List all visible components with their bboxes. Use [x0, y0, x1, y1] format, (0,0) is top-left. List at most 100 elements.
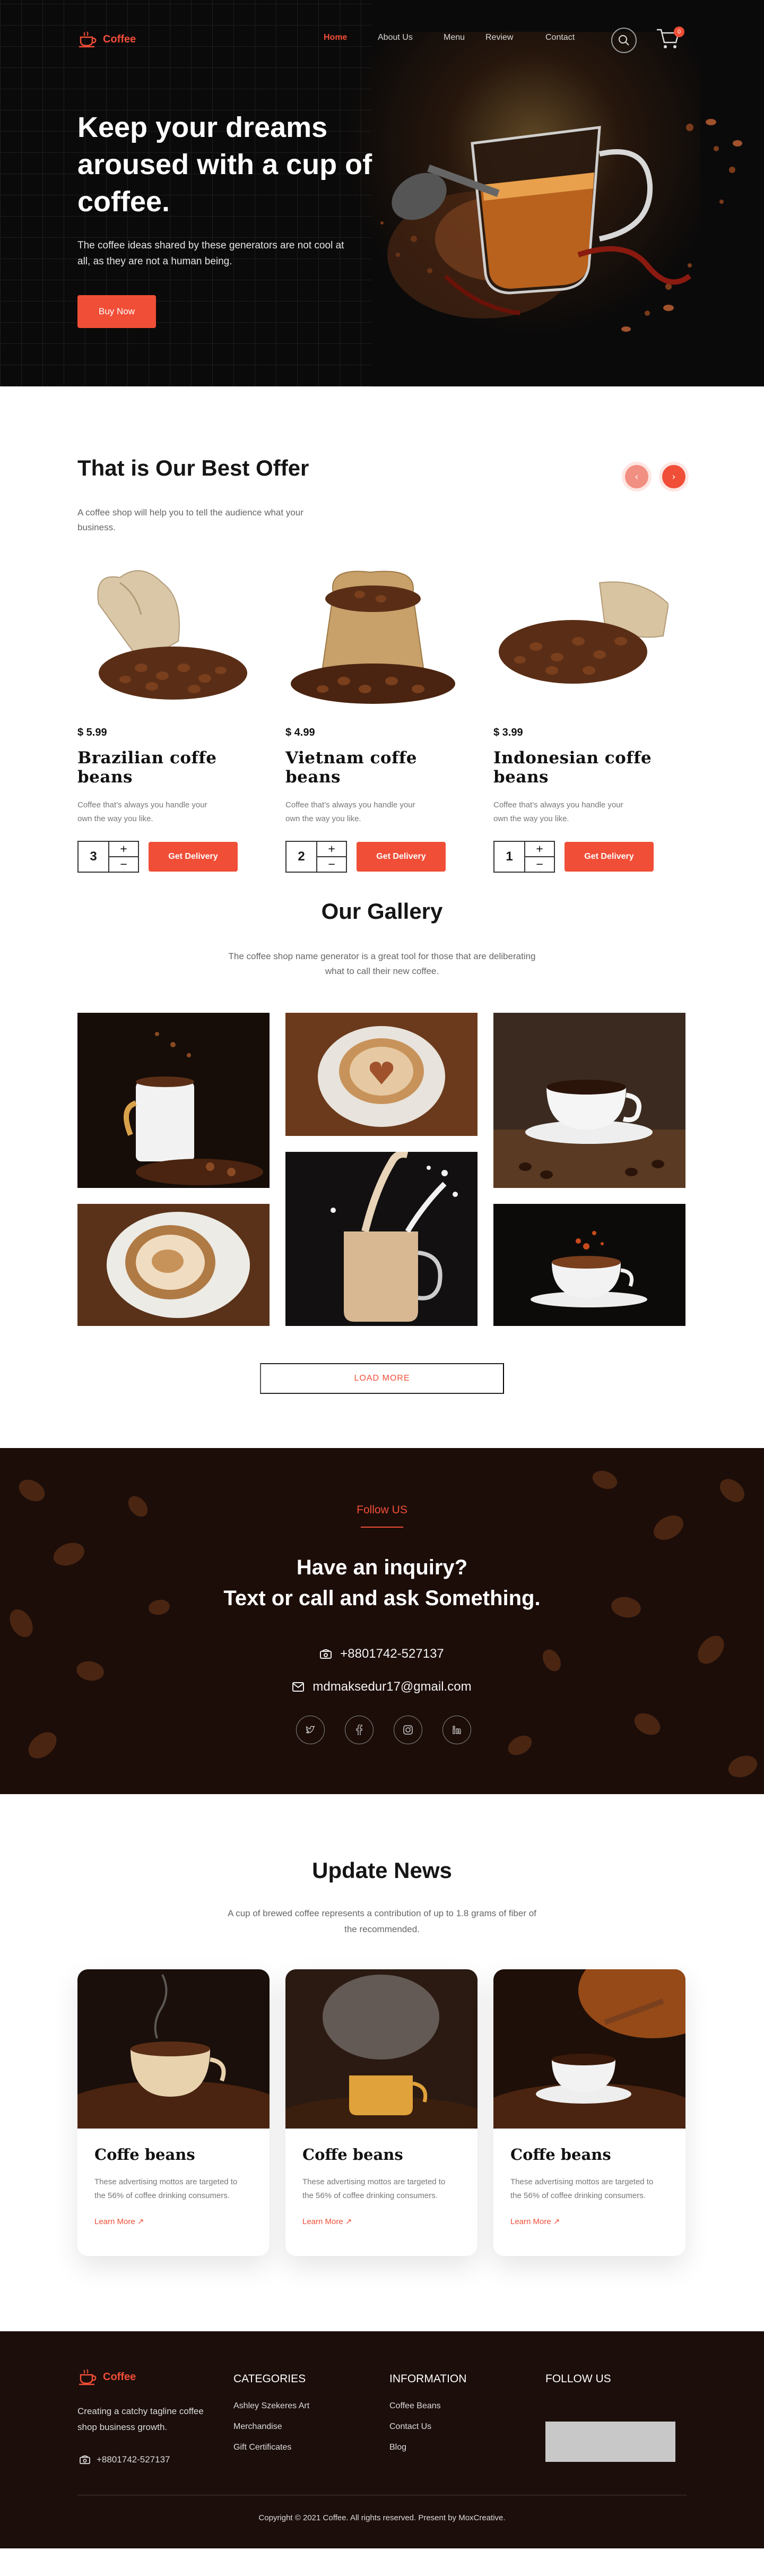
stepper-buttons: + − — [317, 842, 346, 872]
load-more-button[interactable]: LOAD MORE — [260, 1363, 504, 1394]
footer-link[interactable]: Contact Us — [389, 2422, 466, 2432]
copyright-text: Copyright © 2021 Coffee. All rights rese… — [258, 2513, 506, 2522]
logo-text: Coffee — [103, 33, 136, 45]
hero-text: The coffee ideas shared by these generat… — [77, 240, 344, 267]
phone-icon — [80, 2455, 90, 2465]
decrement-button[interactable]: − — [317, 856, 346, 872]
gallery-image[interactable] — [285, 1152, 478, 1326]
increment-button[interactable]: + — [109, 842, 138, 856]
news-card-title: Coffe beans — [510, 2146, 611, 2164]
carousel-next-button[interactable]: › — [662, 465, 685, 488]
chevron-right-icon: › — [672, 471, 676, 483]
footer-phone[interactable]: +8801742-527137 — [80, 2454, 170, 2465]
learn-more-link[interactable]: Learn More ↗ — [94, 2217, 144, 2226]
contact-phone-text: +8801742-527137 — [340, 1647, 444, 1661]
product-name: Vietnam coffe beans — [285, 748, 417, 787]
follow-underline — [361, 1527, 403, 1528]
coffee-sack-image — [291, 571, 455, 704]
contact-phone[interactable]: +8801742-527137 — [0, 1647, 764, 1661]
news-section: Update News A cup of brewed coffee repre… — [0, 1794, 764, 2331]
gallery-image[interactable] — [77, 1013, 270, 1188]
offer-subtitle: A coffee shop will help you to tell the … — [77, 507, 303, 532]
product-description: Coffee that’s always you handle your own… — [285, 800, 415, 823]
social-twitter[interactable] — [296, 1716, 325, 1744]
news-card: Coffe beans These advertising mottos are… — [77, 1969, 270, 2256]
social-linkedin[interactable] — [442, 1716, 471, 1744]
follow-section: Follow US Have an inquiry? Text or call … — [0, 1448, 764, 1794]
nav-link-review[interactable]: Review — [485, 33, 513, 42]
get-delivery-button[interactable]: Get Delivery — [149, 842, 238, 872]
gallery-image[interactable] — [493, 1013, 685, 1188]
product-name: Brazilian coffe beans — [77, 748, 217, 787]
product-actions: 3 + − Get Delivery — [77, 841, 268, 873]
carousel-prev-button[interactable]: ‹ — [625, 465, 648, 488]
decrement-button[interactable]: − — [525, 856, 554, 872]
stepper-buttons: + − — [109, 842, 138, 872]
coffee-sack-image — [97, 570, 247, 700]
gallery-image[interactable] — [493, 1204, 685, 1326]
follow-label: Follow US — [357, 1504, 407, 1516]
gallery-image[interactable] — [285, 1013, 478, 1136]
social-instagram[interactable] — [394, 1716, 422, 1744]
instagram-icon — [403, 1725, 413, 1735]
learn-more-link[interactable]: Learn More ↗ — [510, 2217, 560, 2226]
nav-link-home[interactable]: Home — [324, 33, 347, 42]
product-actions: 2 + − Get Delivery — [285, 841, 476, 873]
news-card: Coffe beans These advertising mottos are… — [493, 1969, 685, 2256]
coffee-cup-saucer-photo — [493, 1013, 685, 1188]
product-card: $ 3.99 Indonesian coffe beans Coffee tha… — [493, 562, 684, 873]
phone-icon — [320, 1649, 332, 1659]
product-description: Coffee that’s always you handle your own… — [493, 800, 623, 823]
best-offer-section: That is Our Best Offer A coffee shop wil… — [0, 386, 764, 875]
news-card-text: These advertising mottos are targeted to… — [302, 2177, 446, 2200]
footer-categories: CATEGORIES Ashley Szekeres Art Merchandi… — [233, 2373, 309, 2463]
news-title: Update News — [312, 1858, 452, 1883]
search-button[interactable] — [611, 28, 637, 53]
get-delivery-button[interactable]: Get Delivery — [565, 842, 654, 872]
footer-follow-title: FOLLOW US — [545, 2373, 611, 2385]
decrement-button[interactable]: − — [109, 856, 138, 872]
news-coffee-image — [77, 1969, 270, 2129]
get-delivery-button[interactable]: Get Delivery — [357, 842, 446, 872]
footer-link[interactable]: Coffee Beans — [389, 2401, 466, 2411]
hero-section: Coffee Home About Us Menu Review Contact… — [0, 0, 764, 386]
gallery-image[interactable] — [77, 1204, 270, 1326]
news-card-title: Coffe beans — [94, 2146, 195, 2164]
increment-button[interactable]: + — [525, 842, 554, 856]
stepper-buttons: + − — [525, 842, 554, 872]
quantity-stepper: 3 + − — [77, 841, 139, 873]
hero-coffee-image — [380, 119, 742, 332]
coffee-cup-photo — [77, 1013, 270, 1188]
footer-logo[interactable]: Coffee — [77, 2368, 136, 2385]
nav-link-contact[interactable]: Contact — [545, 33, 575, 42]
product-card: $ 5.99 Brazilian coffe beans Coffee that… — [77, 562, 268, 873]
nav-link-about[interactable]: About Us — [378, 33, 413, 42]
news-card: Coffe beans These advertising mottos are… — [285, 1969, 478, 2256]
increment-button[interactable]: + — [317, 842, 346, 856]
cart-button[interactable]: 0 — [656, 27, 684, 52]
quantity-value: 3 — [79, 842, 109, 872]
logo[interactable]: Coffee — [77, 31, 136, 48]
news-card-text: These advertising mottos are targeted to… — [94, 2177, 238, 2200]
footer: Coffee Creating a catchy tagline coffee … — [0, 2331, 764, 2548]
buy-now-button[interactable]: Buy Now — [77, 295, 156, 328]
footer-link[interactable]: Ashley Szekeres Art — [233, 2401, 309, 2411]
quantity-value: 2 — [286, 842, 317, 872]
nav-link-menu[interactable]: Menu — [444, 33, 465, 42]
cart-badge: 0 — [674, 27, 684, 37]
footer-information: INFORMATION Coffee Beans Contact Us Blog — [389, 2373, 466, 2463]
learn-more-label: Learn More — [302, 2217, 343, 2226]
footer-link[interactable]: Blog — [389, 2443, 466, 2452]
contact-email[interactable]: mdmaksedur17@gmail.com — [0, 1679, 764, 1694]
learn-more-link[interactable]: Learn More ↗ — [302, 2217, 352, 2226]
footer-link[interactable]: Merchandise — [233, 2422, 309, 2432]
main-nav: Coffee Home About Us Menu Review Contact… — [0, 0, 764, 80]
footer-link[interactable]: Gift Certificates — [233, 2443, 309, 2452]
latte-heart-photo — [285, 1013, 478, 1136]
gallery-title: Our Gallery — [321, 899, 443, 924]
footer-follow-widget — [545, 2422, 675, 2462]
facebook-icon — [356, 1725, 362, 1735]
learn-more-label: Learn More — [510, 2217, 551, 2226]
social-facebook[interactable] — [345, 1716, 374, 1744]
arrow-up-right-icon: ↗ — [345, 2217, 352, 2226]
